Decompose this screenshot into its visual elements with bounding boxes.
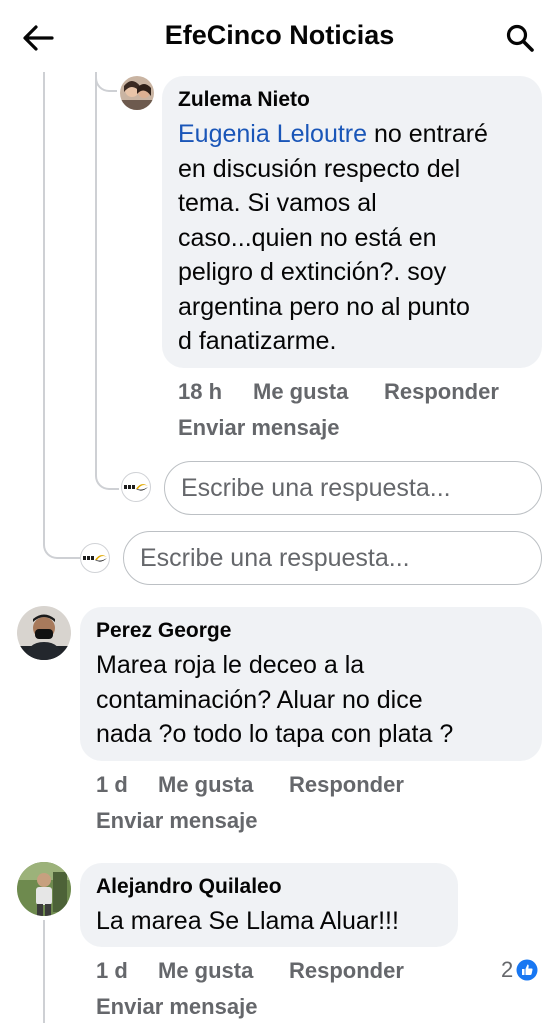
comment-author[interactable]: Zulema Nieto: [178, 88, 310, 112]
send-message-button[interactable]: Enviar mensaje: [96, 994, 257, 1020]
reaction-count: 2: [501, 957, 514, 982]
send-message-button[interactable]: Enviar mensaje: [96, 808, 257, 834]
like-button[interactable]: Me gusta: [158, 958, 253, 984]
page-avatar: [121, 472, 151, 502]
comment-line: en discusión respecto del: [178, 154, 461, 183]
search-icon: [506, 24, 534, 52]
reply-input[interactable]: Escribe una respuesta...: [164, 461, 542, 515]
thread-line: [43, 920, 45, 1023]
comment-text: La marea Se Llama Aluar!!!: [96, 904, 456, 939]
comment-line: caso...quien no está en: [178, 223, 437, 252]
reply-button[interactable]: Responder: [289, 772, 404, 798]
thread-connector: [95, 72, 117, 92]
avatar[interactable]: [120, 76, 154, 110]
comment-line: Marea roja le deceo a la: [96, 651, 365, 679]
thread-connector: [43, 515, 81, 559]
thread-line: [95, 72, 97, 472]
reply-button[interactable]: Responder: [384, 379, 499, 405]
comment-line: peligro d extinción?. soy: [178, 258, 447, 286]
like-icon: [516, 959, 538, 981]
comment-time: 1 d: [96, 772, 128, 797]
comment-line: argentina pero no al punto: [178, 292, 470, 321]
app-header: EfeCinco Noticias: [0, 0, 559, 72]
reply-input-placeholder: Escribe una respuesta...: [181, 473, 451, 502]
avatar-image: [17, 862, 71, 916]
thread-connector: [95, 450, 119, 490]
comment-time: 1 d: [96, 958, 128, 983]
reaction-summary[interactable]: 2: [501, 957, 538, 983]
reply-input[interactable]: Escribe una respuesta...: [123, 531, 542, 585]
page-title: EfeCinco Noticias: [164, 20, 395, 50]
like-button[interactable]: Me gusta: [253, 379, 348, 405]
comment-line: tema. Si vamos al: [178, 189, 377, 217]
comment-line: Eugenia Leloutre no entraré: [178, 120, 488, 148]
avatar-image: [120, 76, 154, 110]
comment-line: La marea Se Llama Aluar!!!: [96, 907, 399, 935]
efe-logo-icon: [83, 555, 107, 562]
comment-text: Eugenia Leloutre no entraré en discusión…: [178, 117, 538, 359]
comment-line: d fanatizarme.: [178, 327, 337, 355]
avatar[interactable]: [17, 862, 71, 916]
reply-button[interactable]: Responder: [289, 958, 404, 984]
comment-author[interactable]: Alejandro Quilaleo: [96, 875, 282, 899]
like-button[interactable]: Me gusta: [158, 772, 253, 798]
mention-link[interactable]: Eugenia Leloutre: [178, 120, 367, 148]
comment-author[interactable]: Perez George: [96, 619, 231, 643]
page-avatar: [80, 543, 110, 573]
reply-input-placeholder: Escribe una respuesta...: [140, 543, 410, 572]
search-button[interactable]: [500, 18, 540, 58]
avatar-image: [17, 606, 71, 660]
comment-time: 18 h: [178, 379, 223, 404]
efe-logo-icon: [124, 484, 148, 491]
comment-line: nada ?o todo lo tapa con plata ?: [96, 720, 454, 748]
comment-text: Marea roja le deceo a la contaminación? …: [96, 648, 536, 752]
avatar[interactable]: [17, 606, 71, 660]
thread-line: [43, 72, 45, 532]
comment-line: contaminación? Aluar no dice: [96, 685, 423, 714]
send-message-button[interactable]: Enviar mensaje: [178, 415, 339, 441]
